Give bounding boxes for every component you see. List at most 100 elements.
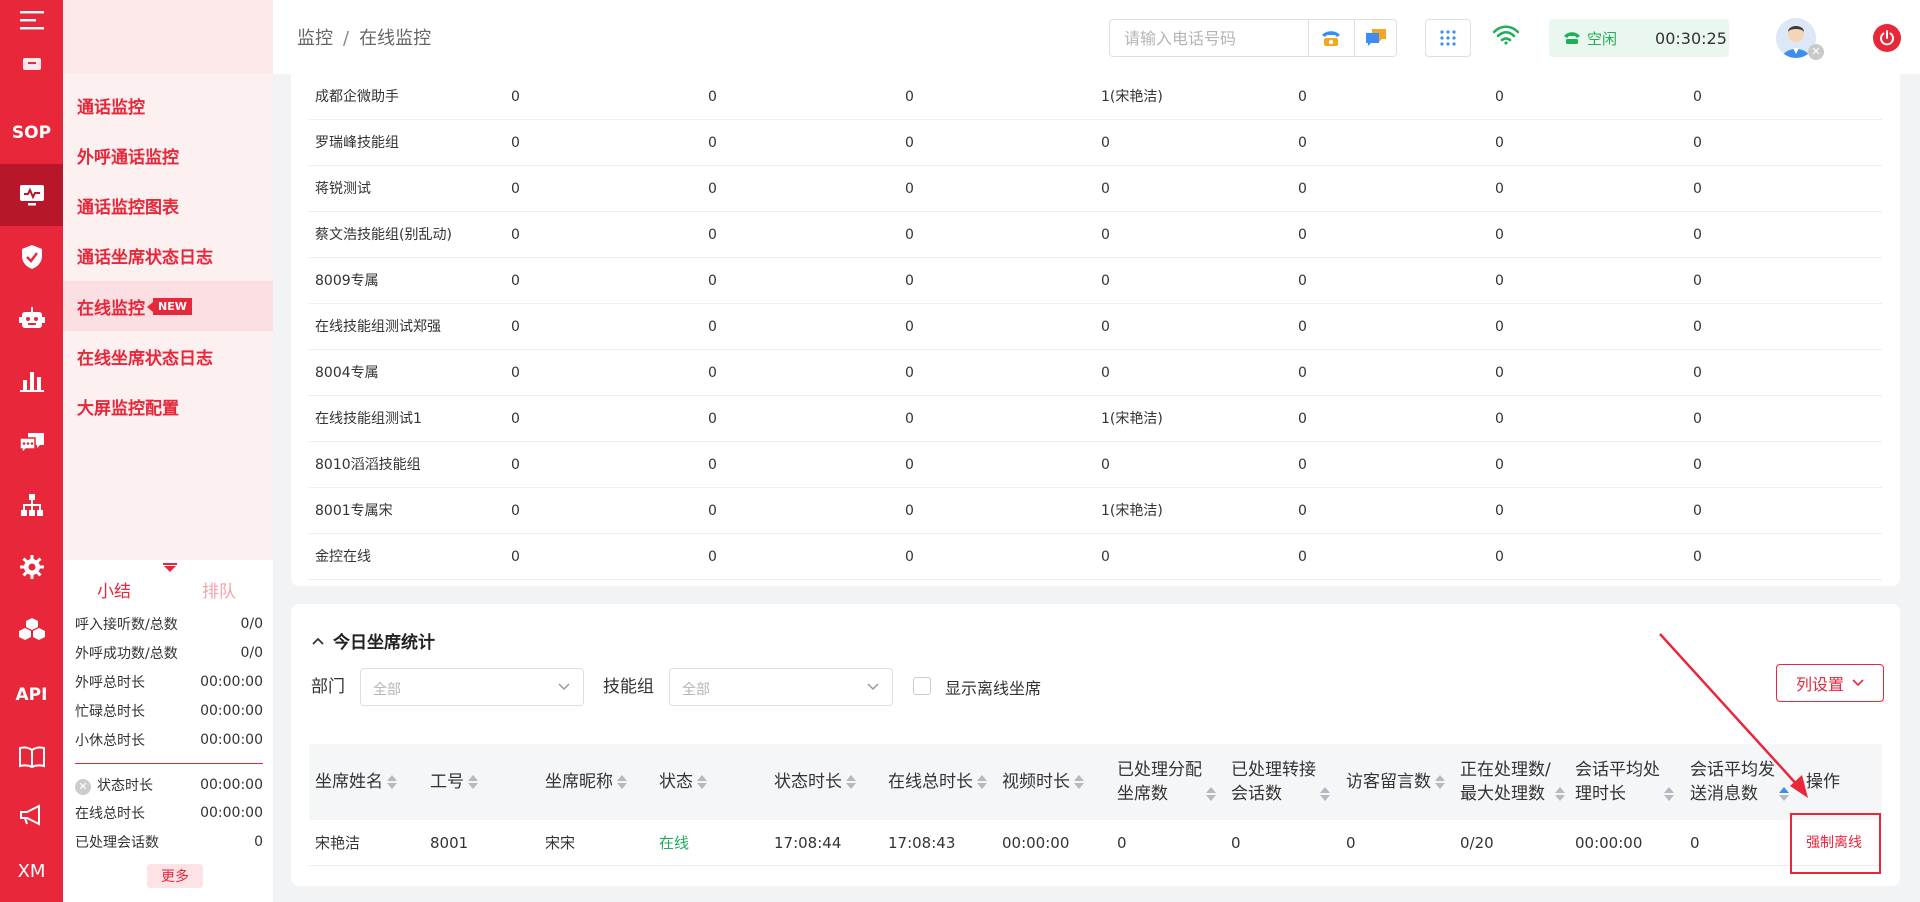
cell-value: 0 [511,549,520,565]
cubes-icon[interactable] [0,598,63,660]
sort-icon[interactable] [387,775,397,789]
table-row: 成都企微助手 0 0 0 1(宋艳洁) 0 0 0 [309,74,1882,120]
menu-item-outbound-monitor[interactable]: 外呼通话监控 [63,130,273,180]
apps-grid-button[interactable] [1425,19,1471,57]
xm-icon[interactable]: XM [0,840,63,902]
column-header-label: 已处理转接 会话数 [1231,758,1316,806]
sort-icon[interactable] [1074,775,1084,789]
bar-chart-icon[interactable] [0,350,63,412]
cell-skill-group: 在线技能组测试郑强 [315,319,441,335]
cell-value: 0 [1495,227,1504,243]
menu-item-call-monitor[interactable]: 通话监控 [63,80,273,130]
column-header[interactable]: 视频时长 [1002,744,1084,820]
close-icon[interactable]: ✕ [75,779,91,795]
menu-item-call-agent-log[interactable]: 通话坐席状态日志 [63,230,273,280]
box-icon[interactable] [0,44,63,84]
cell-value: 0 [905,319,914,335]
table-row: 8001专属宋 0 0 0 1(宋艳洁) 0 0 0 [309,488,1882,534]
column-header-line1: 已处理分配 [1117,760,1202,780]
column-header[interactable]: 工号 [430,744,478,820]
summary-label: 在线总时长 [75,806,145,822]
cell-skill-group: 8001专属宋 [315,503,393,519]
column-header[interactable]: 在线总时长 [888,744,987,820]
column-header[interactable]: 坐席姓名 [315,744,397,820]
cell-value: 0 [1101,135,1110,151]
sop-icon[interactable]: SOP [0,102,63,164]
column-header[interactable]: 正在处理数/最大处理数 [1460,744,1565,820]
call-phone-icon[interactable] [1310,22,1352,54]
phone-input[interactable] [1110,20,1308,56]
menu-item-call-chart[interactable]: 通话监控图表 [63,180,273,230]
column-header[interactable]: 坐席昵称 [545,744,627,820]
sort-icon[interactable] [617,775,627,789]
org-tree-icon[interactable] [0,474,63,536]
sort-icon[interactable] [697,775,707,789]
column-header[interactable]: 已处理转接 会话数 [1231,744,1330,820]
cell-value: 0 [1495,549,1504,565]
cell-value: 0 [905,457,914,473]
menu-item-bigscreen-config[interactable]: 大屏监控配置 [63,381,273,431]
sort-icon[interactable] [468,775,478,789]
cell-value: 0 [905,549,914,565]
sort-icon[interactable] [1435,775,1445,789]
menu-item-online-agent-log[interactable]: 在线坐席状态日志 [63,331,273,381]
table-row: 在线技能组测试郑强 0 0 0 0 0 0 0 [309,304,1882,350]
column-header[interactable]: 状态时长 [774,744,856,820]
breadcrumb-root[interactable]: 监控 [297,28,333,49]
summary-label-text: 状态时长 [97,778,153,794]
cell-value: 0 [1495,319,1504,335]
tab-summary[interactable]: 小结 [97,577,131,602]
more-button[interactable]: 更多 [147,864,203,888]
gear-icon[interactable] [0,536,63,598]
summary-label: 已处理会话数 [75,835,159,851]
megaphone-icon[interactable] [0,784,63,846]
collapse-caret-icon[interactable] [163,563,177,572]
section-header[interactable]: 今日坐席统计 [311,628,435,653]
skill-select[interactable]: 全部 [669,668,893,706]
summary-value: 00:00:00 [200,777,263,793]
cell-online-total: 17:08:43 [888,834,956,852]
agent-status-pill[interactable]: 空闲 00:30:25 [1549,19,1729,57]
robot-icon[interactable] [0,288,63,350]
tab-queue[interactable]: 排队 [202,577,236,602]
chevron-down-icon [867,683,879,691]
column-header-line1: 正在处理数/ [1460,760,1551,780]
cell-value: 0 [1101,319,1110,335]
column-header[interactable]: 访客留言数 [1346,744,1445,820]
menu-item-label: 通话坐席状态日志 [77,247,213,268]
section-title: 今日坐席统计 [333,633,435,653]
menu-toggle-icon[interactable] [0,0,63,40]
book-icon[interactable] [0,726,63,788]
summary-row: 外呼成功数/总数 0/0 [75,642,263,664]
chat-bubble-icon[interactable] [1355,22,1397,54]
shield-icon[interactable] [0,226,63,288]
api-icon[interactable]: API [0,664,63,726]
column-header[interactable]: 已处理分配 坐席数 [1117,744,1216,820]
sort-icon[interactable] [1206,787,1216,801]
cell-status: 在线 [659,834,690,852]
cell-value: 1(宋艳洁) [1101,411,1163,427]
power-icon[interactable] [1873,24,1901,52]
menu-item-label: 大屏监控配置 [77,398,179,419]
sort-icon[interactable] [1320,787,1330,801]
chat-icon[interactable] [0,412,63,474]
show-offline-checkbox[interactable] [913,677,931,695]
page-scrollbar[interactable] [1900,74,1920,902]
column-header-label: 坐席昵称 [545,770,613,794]
column-header-line2: 理时长 [1575,784,1626,804]
summary-label: 外呼总时长 [75,675,145,691]
dept-select-value: 全部 [373,682,401,698]
column-header[interactable]: 状态 [659,744,707,820]
cell-value: 0 [511,273,520,289]
sort-icon[interactable] [846,775,856,789]
column-header-label: 视频时长 [1002,770,1070,794]
cell-value: 0 [1298,135,1307,151]
cell-value: 0 [905,227,914,243]
cell-value: 0 [1298,549,1307,565]
menu-item-online-monitor[interactable]: 在线监控 NEW [63,281,273,331]
column-header-line1: 坐席姓名 [315,772,383,792]
dept-select[interactable]: 全部 [360,668,584,706]
sort-icon[interactable] [1554,787,1565,801]
sort-icon[interactable] [977,775,987,789]
monitor-icon[interactable] [0,164,63,226]
